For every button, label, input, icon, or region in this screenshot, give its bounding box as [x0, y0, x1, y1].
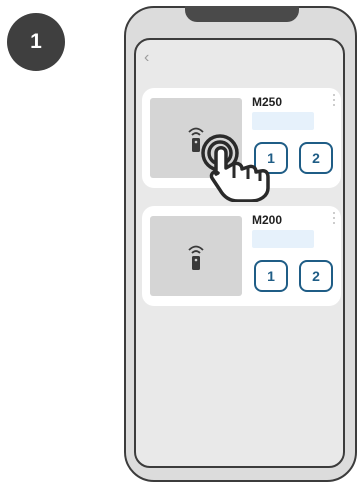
back-icon[interactable]: ‹	[144, 50, 149, 66]
device-name: M200	[252, 213, 283, 227]
step-number-badge: 1	[7, 13, 65, 71]
more-options-icon[interactable]	[331, 94, 337, 110]
device-status-field	[252, 230, 314, 248]
app-screen: ‹ M250 1 2 M200 1 2	[134, 38, 345, 468]
more-options-icon[interactable]	[331, 212, 337, 228]
remote-icon	[188, 245, 204, 270]
channel-2-button[interactable]: 2	[299, 142, 333, 174]
device-card[interactable]: M200 1 2	[142, 206, 341, 306]
tap-hand-icon	[201, 134, 270, 202]
channel-2-button[interactable]: 2	[299, 260, 333, 292]
device-name: M250	[252, 95, 283, 109]
phone-frame: ‹ M250 1 2 M200 1 2	[124, 6, 357, 482]
device-thumbnail	[150, 216, 242, 296]
step-number: 1	[30, 30, 42, 53]
channel-1-button[interactable]: 1	[254, 260, 288, 292]
phone-speaker	[185, 6, 299, 22]
